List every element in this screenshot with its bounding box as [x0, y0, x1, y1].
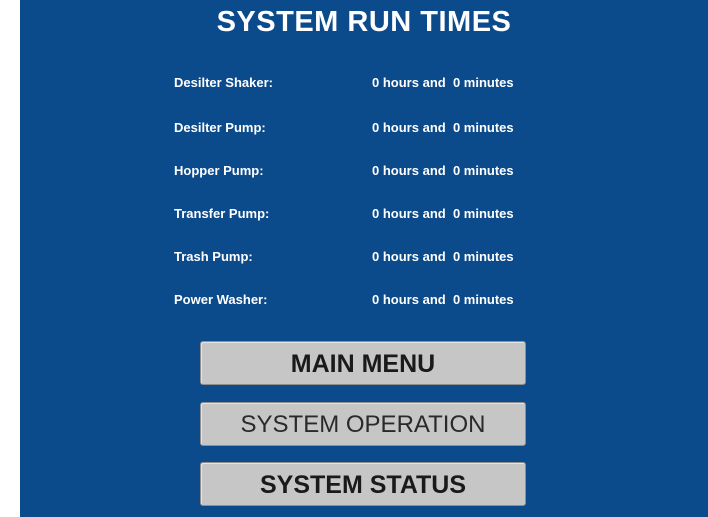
run-time-row-hopper-pump: Hopper Pump: 0 hours and 0 minutes	[20, 163, 708, 183]
minutes-word: minutes	[463, 249, 514, 264]
run-time-row-desilter-pump: Desilter Pump: 0 hours and 0 minutes	[20, 120, 708, 140]
minutes-word: minutes	[463, 120, 514, 135]
minutes-value: 0	[452, 120, 461, 135]
hours-word: hours and	[382, 249, 446, 264]
run-time-value: 0 hours and 0 minutes	[372, 120, 514, 135]
minutes-word: minutes	[463, 75, 514, 90]
run-time-value: 0 hours and 0 minutes	[372, 249, 514, 264]
run-time-row-transfer-pump: Transfer Pump: 0 hours and 0 minutes	[20, 206, 708, 226]
system-status-button[interactable]: SYSTEM STATUS	[200, 462, 526, 506]
run-time-value: 0 hours and 0 minutes	[372, 163, 514, 178]
minutes-value: 0	[452, 75, 461, 90]
main-menu-button[interactable]: MAIN MENU	[200, 341, 526, 385]
run-time-label: Desilter Pump:	[174, 120, 266, 135]
hours-word: hours and	[382, 206, 446, 221]
run-time-label: Power Washer:	[174, 292, 268, 307]
run-times-screen: SYSTEM RUN TIMES Desilter Shaker: 0 hour…	[20, 0, 708, 517]
minutes-value: 0	[452, 292, 461, 307]
minutes-word: minutes	[463, 206, 514, 221]
run-time-label: Transfer Pump:	[174, 206, 270, 221]
minutes-value: 0	[452, 163, 461, 178]
hours-value: 0	[372, 75, 380, 90]
run-time-value: 0 hours and 0 minutes	[372, 292, 514, 307]
minutes-word: minutes	[463, 163, 514, 178]
minutes-word: minutes	[463, 292, 514, 307]
system-operation-button-label: SYSTEM OPERATION	[240, 411, 486, 438]
run-time-value: 0 hours and 0 minutes	[372, 75, 514, 90]
run-time-value: 0 hours and 0 minutes	[372, 206, 514, 221]
hours-word: hours and	[382, 292, 446, 307]
run-time-label: Desilter Shaker:	[174, 75, 273, 90]
run-time-row-trash-pump: Trash Pump: 0 hours and 0 minutes	[20, 249, 708, 269]
hours-value: 0	[372, 249, 380, 264]
minutes-value: 0	[452, 249, 461, 264]
minutes-value: 0	[452, 206, 461, 221]
run-time-row-power-washer: Power Washer: 0 hours and 0 minutes	[20, 292, 708, 312]
hours-word: hours and	[382, 120, 446, 135]
hours-value: 0	[372, 292, 380, 307]
system-status-button-label: SYSTEM STATUS	[259, 471, 467, 499]
hours-value: 0	[372, 120, 380, 135]
hours-value: 0	[372, 206, 380, 221]
run-time-row-desilter-shaker: Desilter Shaker: 0 hours and 0 minutes	[20, 75, 708, 95]
hours-word: hours and	[382, 163, 446, 178]
run-time-label: Hopper Pump:	[174, 163, 264, 178]
hours-value: 0	[372, 163, 380, 178]
run-time-label: Trash Pump:	[174, 249, 253, 264]
system-operation-button[interactable]: SYSTEM OPERATION	[200, 402, 526, 446]
hours-word: hours and	[382, 75, 446, 90]
main-menu-button-label: MAIN MENU	[290, 350, 436, 378]
page-title: SYSTEM RUN TIMES	[216, 6, 512, 38]
